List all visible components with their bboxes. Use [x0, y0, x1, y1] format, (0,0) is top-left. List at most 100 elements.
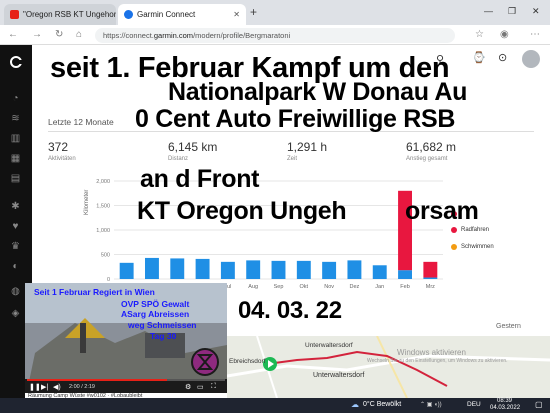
pin-icon[interactable]: ◍: [9, 285, 22, 298]
tab-oregon[interactable]: "Oregon RSB KT Ungehorsam !! ✕: [4, 4, 116, 25]
y-tick-label: 1,000: [96, 228, 110, 234]
stat-ascent-value: 61,682 m: [406, 140, 457, 154]
miniplayer-icon[interactable]: ▭: [197, 383, 204, 391]
legend-dot: [451, 227, 457, 233]
overlay-line-4: an d Front: [140, 165, 260, 193]
bar-laufen-jan[interactable]: [372, 265, 387, 279]
video-title-1: Seit 1 Februar Regiert in Wien: [34, 287, 155, 297]
url-path: /modern/profile/Bergmaratoni: [193, 31, 291, 40]
news-icon[interactable]: ▤: [9, 172, 22, 185]
overlay-line-2: Nationalpark W Donau Au: [168, 78, 468, 106]
bar-laufen-mrz[interactable]: [423, 277, 438, 279]
video-overlay[interactable]: Seit 1 Februar Regiert in Wien OVP SPÖ G…: [25, 283, 227, 401]
trophy-icon[interactable]: ♛: [9, 240, 22, 253]
period-label: Letzte 12 Monate: [48, 117, 114, 127]
watermark-title: Windows aktivieren: [397, 348, 466, 357]
bar-laufen-jul[interactable]: [220, 261, 235, 279]
stat-ascent-label: Anstieg gesamt: [406, 156, 448, 162]
bar-laufen-aug[interactable]: [246, 260, 261, 279]
forward-icon[interactable]: →: [32, 29, 42, 40]
legend-schwimmen[interactable]: Schwimmen: [451, 244, 494, 250]
maximize-icon[interactable]: ❐: [508, 6, 516, 17]
bar-laufen-mai[interactable]: [170, 258, 185, 279]
tray-icons[interactable]: ⌃ ▣ ◖)): [420, 401, 442, 408]
layers-icon[interactable]: ≋: [9, 112, 22, 125]
reload-icon[interactable]: ↻: [55, 29, 63, 40]
map-place-unterwaltersdorf-2: Unterwaltersdorf: [313, 372, 365, 379]
video-title-3: ASarg Abreissen: [121, 309, 190, 319]
stats-icon[interactable]: ▥: [9, 132, 22, 145]
x-tick-label: Okt: [300, 284, 309, 290]
close-icon[interactable]: ✕: [233, 10, 240, 19]
back-icon[interactable]: ←: [8, 29, 18, 40]
volume-icon[interactable]: ◀): [53, 383, 61, 391]
stat-activities-label: Aktivitäten: [48, 156, 76, 162]
overlay-line-3: 0 Cent Auto Freiwillige RSB: [135, 105, 456, 133]
weather-icon[interactable]: ☁: [351, 400, 359, 409]
bar-laufen-dez[interactable]: [347, 260, 362, 279]
notifications-icon[interactable]: ▢: [535, 400, 543, 409]
insights-icon[interactable]: ◐: [9, 260, 22, 273]
menu-icon[interactable]: ⋯: [530, 29, 540, 40]
yesterday-label: Gestern: [496, 323, 521, 330]
watch-icon[interactable]: ⊙: [498, 51, 507, 64]
bar-radfahren-mrz[interactable]: [423, 261, 438, 278]
legend-label: Radfahren: [461, 227, 490, 233]
y-tick-label: 500: [101, 253, 110, 259]
stat-distance-value: 6,145 km: [168, 140, 218, 154]
star-icon[interactable]: ☆: [475, 29, 484, 40]
url-domain: garmin.com: [153, 31, 194, 40]
clock-date[interactable]: 04.03.2022: [490, 405, 520, 411]
avatar[interactable]: [522, 50, 540, 68]
clock-time[interactable]: 08:39: [497, 398, 512, 404]
tab-label: "Oregon RSB KT Ungehorsam !!: [23, 10, 116, 19]
x-tick-label: Feb: [400, 284, 409, 290]
home-icon[interactable]: ⌂: [76, 29, 82, 40]
garmin-tab-icon: [124, 10, 133, 19]
fullscreen-icon[interactable]: ⛶: [211, 383, 216, 391]
map-place-unterwaltersdorf-1: Unterwaltersdorf: [305, 342, 353, 349]
bar-laufen-sep[interactable]: [271, 260, 286, 279]
legend-radfahren[interactable]: Radfahren: [451, 227, 489, 233]
language-indicator[interactable]: DEU: [467, 401, 481, 408]
settings-icon[interactable]: ⚙: [185, 383, 191, 391]
browser-tab-bar: "Oregon RSB KT Ungehorsam !! ✕ Garmin Co…: [0, 0, 550, 25]
window-close-icon[interactable]: ✕: [532, 6, 540, 17]
windows-taskbar: ☁ 0°C Bewölkt ⌃ ▣ ◖)) DEU 08:39 04.03.20…: [0, 398, 550, 413]
x-tick-label: Mrz: [426, 284, 435, 290]
pause-icon[interactable]: ❚❚: [29, 383, 41, 391]
calendar-icon[interactable]: ▦: [9, 152, 22, 165]
garmin-logo-icon[interactable]: [9, 55, 23, 69]
x-tick-label: Jan: [375, 284, 384, 290]
profile-icon[interactable]: ◉: [500, 29, 509, 40]
stat-time-label: Zeit: [287, 156, 298, 162]
chart-ylabel: Kilometer: [84, 189, 90, 215]
activity-icon[interactable]: ✱: [9, 200, 22, 213]
video-title-2: OVP SPÖ Gewalt: [121, 299, 190, 309]
new-tab-icon[interactable]: +: [250, 5, 257, 19]
weather-text[interactable]: 0°C Bewölkt: [363, 401, 401, 408]
minimize-icon[interactable]: —: [484, 6, 493, 16]
badge-icon[interactable]: ◈: [9, 307, 22, 320]
map-roads: [227, 336, 550, 398]
extinction-rebellion-logo: [191, 348, 219, 376]
health-icon[interactable]: ♥: [9, 220, 22, 233]
dashboard-icon[interactable]: ◔: [9, 92, 22, 105]
bar-laufen-okt[interactable]: [296, 260, 311, 279]
video-time: 2:00 / 2:19: [69, 384, 95, 390]
device-icon[interactable]: ⌚: [472, 51, 486, 64]
url-field[interactable]: https://connect.garmin.com/modern/profil…: [95, 28, 455, 43]
next-icon[interactable]: ▶|: [41, 383, 48, 391]
tab-garmin[interactable]: Garmin Connect ✕: [118, 4, 246, 25]
legend-dot: [451, 244, 457, 250]
bar-laufen-nov[interactable]: [322, 261, 337, 279]
bar-laufen-apr[interactable]: [145, 257, 159, 279]
youtube-tab-icon: [10, 10, 19, 19]
x-tick-label: Aug: [248, 284, 258, 290]
bar-laufen-jun[interactable]: [195, 258, 210, 279]
address-bar: ← → ↻ ⌂ https://connect.garmin.com/moder…: [0, 25, 550, 45]
tab-label: Garmin Connect: [137, 10, 196, 19]
bar-laufen-mär[interactable]: [119, 262, 134, 279]
activity-map[interactable]: Ebreichsdorf Unterwaltersdorf Unterwalte…: [227, 336, 550, 398]
bar-laufen-feb[interactable]: [398, 270, 412, 279]
